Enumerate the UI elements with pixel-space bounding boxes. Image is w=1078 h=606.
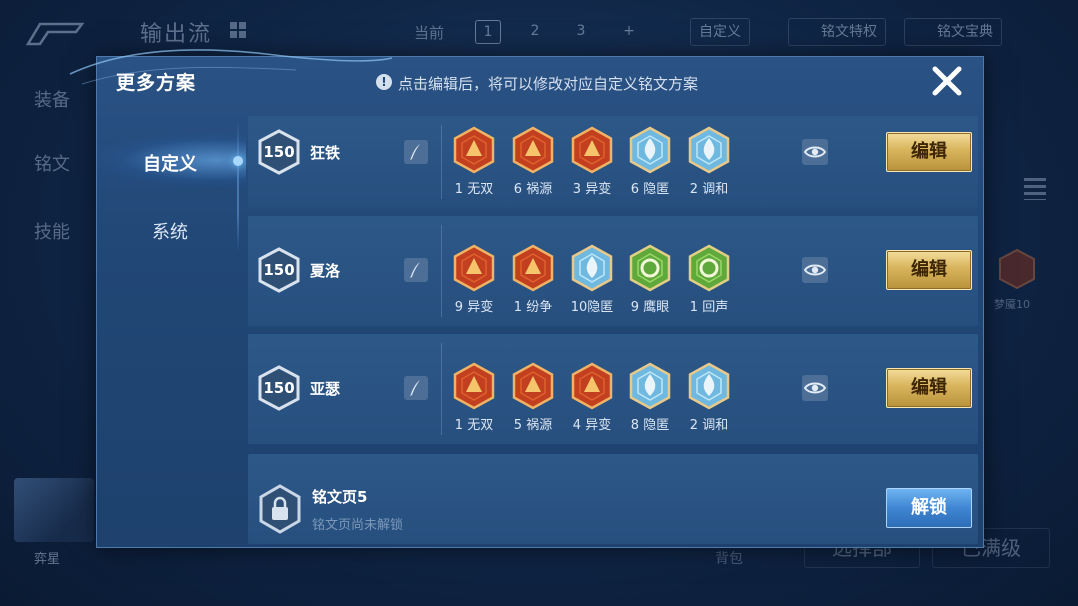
rune-count-label: 8 隐匿 (630, 418, 670, 433)
level-badge: 150 (258, 365, 300, 411)
bg-current-label: 当前 (414, 24, 445, 42)
rune-yinni-icon[interactable] (628, 362, 672, 410)
edit-button[interactable]: 编辑 (886, 368, 972, 408)
level-value: 150 (263, 379, 294, 397)
rune-yibian-icon[interactable] (570, 126, 614, 174)
rename-pen-icon[interactable] (404, 376, 428, 400)
edit-button[interactable]: 编辑 (886, 250, 972, 290)
rune-huoyuan-icon[interactable] (511, 362, 555, 410)
bg-treasury-button[interactable]: 铭文宝典 (904, 18, 1002, 46)
bg-page-tab-2[interactable]: 2 (522, 20, 548, 44)
bg-page-tab-3[interactable]: 3 (568, 20, 594, 44)
level-badge: 150 (258, 129, 300, 175)
bg-rune-label: 梦魇10 (994, 298, 1030, 311)
rune-count-label: 1 无双 (454, 182, 494, 197)
bg-side-equip[interactable]: 装备 (34, 86, 70, 112)
bg-side-rune[interactable]: 铭文 (34, 150, 70, 176)
bg-bag-label[interactable]: 背包 (715, 548, 743, 568)
rune-count-label: 9 鹰眼 (630, 300, 670, 315)
rune-yingyan-icon[interactable] (628, 244, 672, 292)
rune-huisheng-icon[interactable] (687, 244, 731, 292)
modal-title: 更多方案 (116, 72, 197, 94)
menu-icon[interactable] (1024, 178, 1046, 200)
lock-icon (259, 484, 301, 534)
plan-name: 狂铁 (310, 144, 341, 162)
rune-count-label: 1 回声 (689, 300, 729, 315)
rune-count-label: 2 调和 (689, 418, 729, 433)
edit-button[interactable]: 编辑 (886, 132, 972, 172)
rune-count-label: 3 异变 (572, 182, 612, 197)
bg-rune-icon (999, 248, 1035, 290)
rune-yinni-icon[interactable] (570, 244, 614, 292)
level-value: 150 (263, 143, 294, 161)
grid-icon[interactable] (230, 22, 246, 38)
rune-wushuang-icon[interactable] (452, 126, 496, 174)
hero-avatar[interactable] (14, 478, 94, 542)
nav-item-custom[interactable]: 自定义 (110, 150, 230, 176)
info-icon: ! (376, 74, 392, 90)
bg-side-skill[interactable]: 技能 (34, 218, 70, 244)
rune-tiaohe-icon[interactable] (687, 362, 731, 410)
level-badge: 150 (258, 247, 300, 293)
nav-active-dot (233, 156, 243, 166)
rune-count-label: 6 祸源 (513, 182, 553, 197)
preview-eye-icon[interactable] (802, 375, 828, 401)
bg-privilege-button[interactable]: 铭文特权 (788, 18, 886, 46)
plan-name: 亚瑟 (310, 380, 341, 398)
rune-tiaohe-icon[interactable] (687, 126, 731, 174)
rename-pen-icon[interactable] (404, 258, 428, 282)
rune-count-label: 1 纷争 (513, 300, 553, 315)
bg-treasury-label: 铭文宝典 (937, 24, 993, 40)
rune-yibian-icon[interactable] (570, 362, 614, 410)
nav-divider (237, 122, 239, 252)
rune-wushuang-icon[interactable] (452, 362, 496, 410)
preview-eye-icon[interactable] (802, 257, 828, 283)
locked-plan-title: 铭文页5 (312, 488, 368, 506)
bg-page-tab-1[interactable]: 1 (475, 20, 501, 44)
bg-custom-button[interactable]: 自定义 (690, 18, 750, 46)
nav-item-system[interactable]: 系统 (110, 218, 230, 244)
rune-count-label: 6 隐匿 (630, 182, 670, 197)
rune-huoyuan-icon[interactable] (511, 126, 555, 174)
rune-count-label: 2 调和 (689, 182, 729, 197)
close-icon[interactable] (928, 62, 966, 100)
rune-count-label: 5 祸源 (513, 418, 553, 433)
info-text: 点击编辑后，将可以修改对应自定义铭文方案 (398, 75, 699, 93)
unlock-button[interactable]: 解锁 (886, 488, 972, 528)
hero-name: 弈星 (34, 552, 61, 567)
locked-plan-subtitle: 铭文页尚未解锁 (312, 518, 404, 533)
rune-count-label: 10隐匿 (570, 300, 614, 315)
bg-privilege-label: 铭文特权 (821, 24, 877, 40)
rune-fenzheng-icon[interactable] (511, 244, 555, 292)
rune-yinni-icon[interactable] (628, 126, 672, 174)
plan-name: 夏洛 (310, 262, 341, 280)
preview-eye-icon[interactable] (802, 139, 828, 165)
rune-count-label: 4 异变 (572, 418, 612, 433)
rune-count-label: 9 异变 (454, 300, 494, 315)
bg-page-add[interactable]: + (616, 20, 642, 44)
rune-count-label: 1 无双 (454, 418, 494, 433)
level-value: 150 (263, 261, 294, 279)
rename-pen-icon[interactable] (404, 140, 428, 164)
rune-yibian-icon[interactable] (452, 244, 496, 292)
